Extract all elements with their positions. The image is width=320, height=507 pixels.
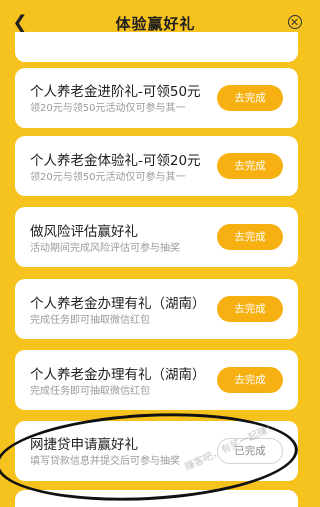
task-subtitle: 填写贷款信息并提交后可参与抽奖 xyxy=(30,456,180,467)
completed-button[interactable]: 已完成 xyxy=(217,438,283,464)
task-title: 网捷贷申请赢好礼 xyxy=(30,437,138,453)
task-subtitle: 领20元与领50元活动仅可参与其一 xyxy=(30,103,186,114)
task-card-partial xyxy=(15,32,298,62)
task-subtitle: 领20元与领50元活动仅可参与其一 xyxy=(30,172,186,183)
task-card: 个人养老金办理有礼（湖南） 完成任务即可抽取微信红包 去完成 xyxy=(15,279,298,339)
go-complete-button[interactable]: 去完成 xyxy=(217,296,283,322)
task-subtitle: 完成任务即可抽取微信红包 xyxy=(30,386,150,397)
task-title: 个人养老金进阶礼-可领50元 xyxy=(30,84,201,100)
task-card: 个人养老金进阶礼-可领50元 领20元与领50元活动仅可参与其一 去完成 xyxy=(15,68,298,128)
task-card: 个人养老金体验礼-可领20元 领20元与领50元活动仅可参与其一 去完成 xyxy=(15,136,298,196)
go-complete-button[interactable]: 去完成 xyxy=(217,85,283,111)
task-title: 个人养老金体验礼-可领20元 xyxy=(30,153,201,169)
task-card-partial xyxy=(15,490,298,507)
task-title: 做风险评估赢好礼 xyxy=(30,224,138,240)
page-title: 体验赢好礼 xyxy=(115,15,196,33)
task-title: 个人养老金办理有礼（湖南） xyxy=(30,367,206,383)
go-complete-button[interactable]: 去完成 xyxy=(217,224,283,250)
go-complete-button[interactable]: 去完成 xyxy=(217,153,283,179)
task-subtitle: 完成任务即可抽取微信红包 xyxy=(30,315,150,326)
task-subtitle: 活动期间完成风险评估可参与抽奖 xyxy=(30,243,180,254)
close-circle-icon[interactable] xyxy=(288,15,302,29)
task-card: 个人养老金办理有礼（湖南） 完成任务即可抽取微信红包 去完成 xyxy=(15,350,298,410)
task-card: 做风险评估赢好礼 活动期间完成风险评估可参与抽奖 去完成 xyxy=(15,207,298,267)
task-card: 网捷贷申请赢好礼 填写贷款信息并提交后可参与抽奖 已完成 xyxy=(15,421,298,481)
task-title: 个人养老金办理有礼（湖南） xyxy=(30,296,206,312)
go-complete-button[interactable]: 去完成 xyxy=(217,367,283,393)
